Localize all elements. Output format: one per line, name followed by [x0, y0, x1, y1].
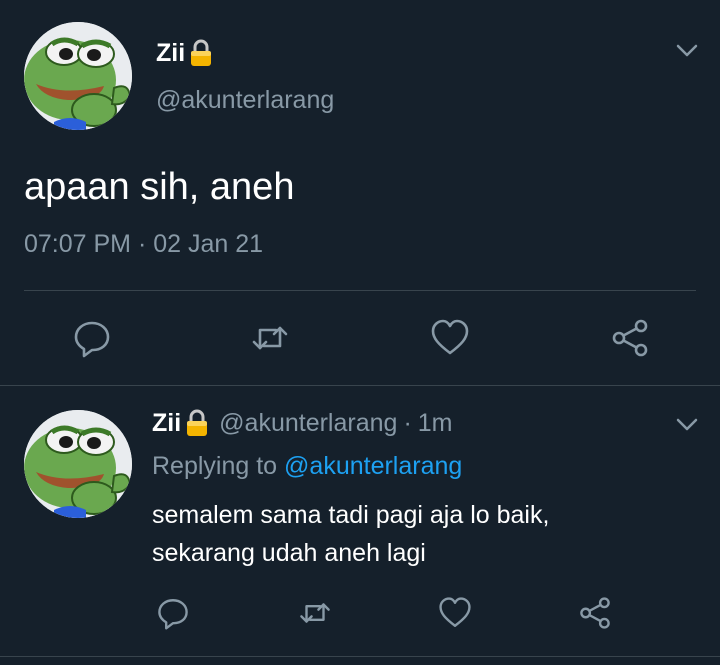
- author-handle[interactable]: @akunterlarang: [219, 409, 397, 438]
- author-handle[interactable]: @akunterlarang: [156, 86, 334, 115]
- author-name[interactable]: Zii: [156, 38, 213, 68]
- replying-to-link[interactable]: @akunterlarang: [284, 452, 462, 480]
- reply-icon[interactable]: [156, 596, 190, 630]
- lock-icon: [189, 38, 213, 68]
- share-icon[interactable]: [610, 318, 650, 358]
- tweet-thread: Zii @akunterlarang apaan sih, aneh 07:07…: [0, 0, 720, 665]
- tweet-time[interactable]: 1m: [418, 409, 453, 438]
- chevron-down-icon[interactable]: [676, 44, 698, 58]
- tweet-text: semalem sama tadi pagi aja lo baik, seka…: [152, 496, 549, 572]
- lock-icon: [185, 408, 209, 438]
- avatar[interactable]: [24, 22, 132, 130]
- author-name-text[interactable]: Zii: [152, 409, 181, 438]
- divider: [0, 656, 720, 657]
- pepe-avatar-image: [24, 22, 132, 130]
- tweet-text-line: semalem sama tadi pagi aja lo baik,: [152, 501, 550, 529]
- tweet-timestamp[interactable]: 07:07 PM · 02 Jan 21: [24, 230, 263, 259]
- reply-header: Zii @akunterlarang · 1m: [152, 408, 453, 438]
- separator-dot: ·: [403, 408, 412, 437]
- pepe-avatar-image: [24, 410, 132, 518]
- retweet-icon[interactable]: [298, 596, 332, 630]
- avatar[interactable]: [24, 410, 132, 518]
- tweet-text: apaan sih, aneh: [24, 166, 295, 208]
- reply-icon[interactable]: [72, 318, 112, 358]
- like-icon[interactable]: [430, 318, 470, 358]
- divider: [0, 385, 720, 386]
- like-icon[interactable]: [438, 596, 472, 630]
- retweet-icon[interactable]: [250, 318, 290, 358]
- replying-to-line: Replying to @akunterlarang: [152, 452, 462, 481]
- divider: [24, 290, 696, 291]
- author-name-text[interactable]: Zii: [156, 39, 185, 68]
- replying-prefix: Replying to: [152, 452, 278, 480]
- tweet-text-line: sekarang udah aneh lagi: [152, 539, 426, 567]
- share-icon[interactable]: [578, 596, 612, 630]
- chevron-down-icon[interactable]: [676, 418, 698, 432]
